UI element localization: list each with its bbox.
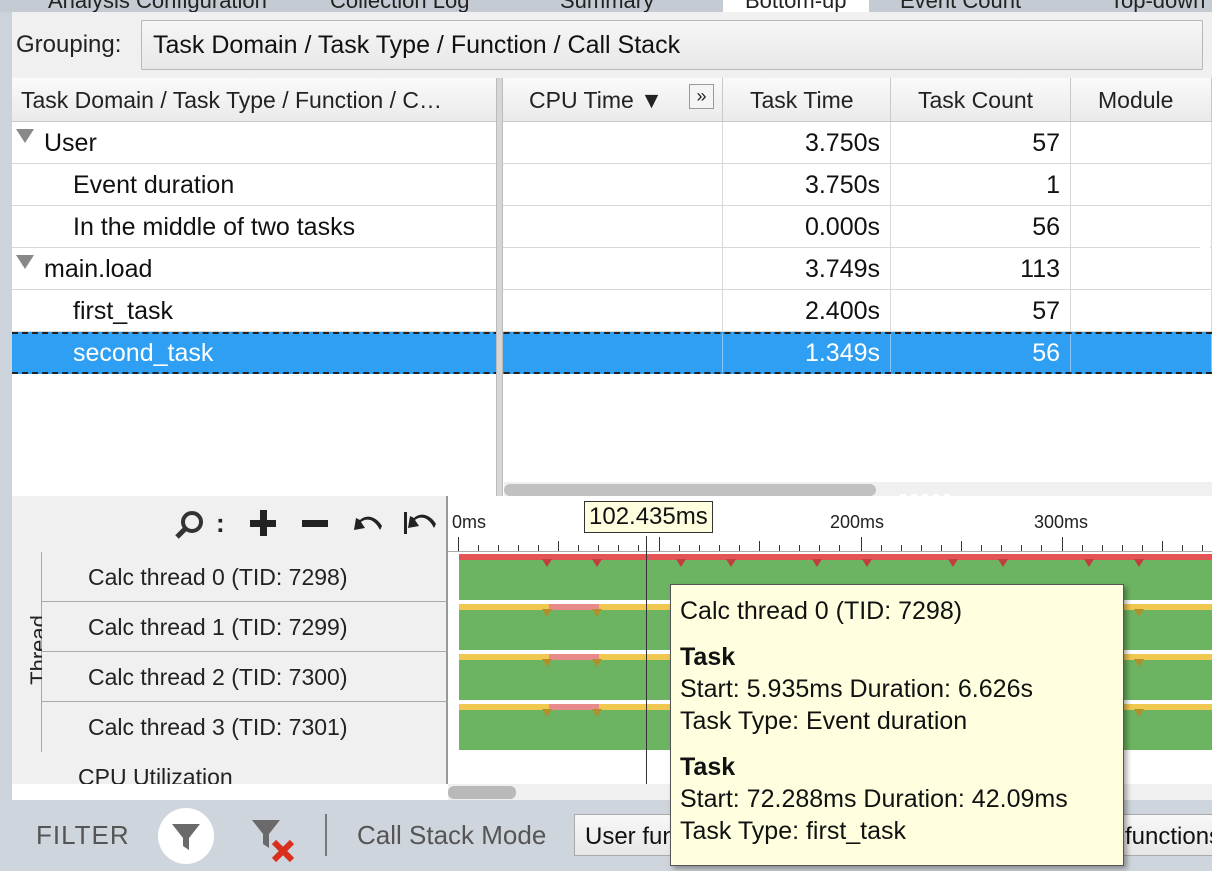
- tooltip-task1-line1: Start: 5.935ms Duration: 6.626s: [680, 675, 1033, 703]
- table-row[interactable]: In the middle of two tasks 0.000s 56: [12, 206, 1212, 248]
- expand-columns-button[interactable]: »: [689, 84, 714, 109]
- task-boundary-marker: [676, 559, 686, 567]
- reset-zoom-icon[interactable]: [402, 506, 438, 538]
- data-grid: Task Domain / Task Type / Function / C… …: [12, 78, 1212, 496]
- tab-strip: Analysis Configuration Collection Log Su…: [0, 0, 1212, 12]
- table-row[interactable]: first_task 2.400s 57: [12, 290, 1212, 332]
- call-stack-mode-label: Call Stack Mode: [357, 820, 547, 850]
- table-row[interactable]: User 3.750s 57: [12, 122, 1212, 164]
- filter-label: FILTER: [36, 820, 130, 850]
- task-boundary-marker: [726, 559, 736, 567]
- collapse-arrow-icon[interactable]: [16, 255, 34, 269]
- ruler-label-300ms: 300ms: [1034, 512, 1089, 532]
- side-grip[interactable]: [1200, 232, 1210, 280]
- grouping-label: Grouping:: [16, 31, 122, 58]
- task-boundary-marker: [592, 709, 602, 717]
- inline-mode-select[interactable]: functions only: [1110, 814, 1212, 856]
- tooltip-task1-line2: Task Type: Event duration: [680, 707, 968, 735]
- undo-zoom-icon[interactable]: [352, 508, 384, 538]
- task-boundary-marker: [592, 609, 602, 617]
- thread-lane-2[interactable]: Calc thread 2 (TID: 7300): [42, 652, 448, 702]
- tab-summary[interactable]: Summary: [560, 0, 654, 12]
- task-tooltip: Calc thread 0 (TID: 7298) Task Start: 5.…: [670, 584, 1124, 866]
- task-boundary-marker: [862, 559, 872, 567]
- task-boundary-marker: [542, 659, 552, 667]
- tab-top-down-tree[interactable]: Top-down Tree: [1110, 0, 1212, 12]
- thread-lane-1[interactable]: Calc thread 1 (TID: 7299): [42, 602, 448, 652]
- thread-lane-3[interactable]: Calc thread 3 (TID: 7301): [42, 702, 448, 754]
- grouping-bar: Grouping: Task Domain / Task Type / Func…: [12, 12, 1212, 78]
- colon-separator: :: [216, 508, 225, 538]
- column-splitter[interactable]: [496, 78, 503, 496]
- task-boundary-marker: [948, 559, 958, 567]
- task-boundary-marker: [542, 559, 552, 567]
- grouping-value: Task Domain / Task Type / Function / Cal…: [153, 31, 681, 59]
- tooltip-thread: Calc thread 0 (TID: 7298): [680, 597, 963, 625]
- cpu-utilization-lane[interactable]: CPU Utilization: [12, 752, 448, 784]
- column-header-task-count[interactable]: Task Count: [891, 78, 1071, 122]
- ruler-label-200ms: 200ms: [830, 512, 885, 532]
- task-boundary-marker: [1084, 559, 1094, 567]
- tooltip-task2-line2: Task Type: first_task: [680, 817, 907, 845]
- task-boundary-marker: [812, 559, 822, 567]
- task-boundary-marker: [542, 609, 552, 617]
- column-header-cpu-time[interactable]: CPU Time ▼ »: [503, 78, 723, 122]
- collapse-arrow-icon[interactable]: [16, 129, 34, 143]
- toolbar-separator: [325, 814, 327, 856]
- thread-lane-0[interactable]: Calc thread 0 (TID: 7298): [42, 552, 448, 602]
- task-boundary-marker: [1134, 709, 1144, 717]
- tab-event-count[interactable]: Event Count: [900, 0, 1021, 12]
- tab-bottom-up[interactable]: Bottom-up: [723, 0, 869, 12]
- task-boundary-marker: [592, 559, 602, 567]
- funnel-icon: [172, 824, 200, 850]
- timeline-toolbar: :: [12, 496, 448, 552]
- task-boundary-marker: [592, 659, 602, 667]
- scrollbar-thumb[interactable]: [448, 786, 516, 799]
- task-boundary-marker: [998, 559, 1008, 567]
- clear-filter-icon[interactable]: [248, 812, 298, 862]
- tooltip-task2-line1: Start: 72.288ms Duration: 42.09ms: [680, 785, 1068, 813]
- grid-horizontal-scrollbar[interactable]: [504, 482, 1212, 496]
- column-header-task-time[interactable]: Task Time: [723, 78, 891, 122]
- zoom-search-icon[interactable]: [174, 509, 206, 541]
- thread-group-label: Thread: [12, 552, 51, 752]
- scrollbar-thumb[interactable]: [504, 484, 876, 496]
- zoom-out-icon[interactable]: [300, 508, 330, 538]
- cursor-time-label: 102.435ms: [584, 501, 713, 533]
- task-boundary-marker: [1134, 559, 1144, 567]
- ruler-label-0ms: 0ms: [452, 512, 487, 532]
- grouping-select[interactable]: Task Domain / Task Type / Function / Cal…: [141, 20, 1203, 70]
- task-boundary-marker: [1134, 609, 1144, 617]
- filter-button[interactable]: [158, 808, 214, 864]
- splitter-grip[interactable]: [900, 487, 955, 505]
- table-row[interactable]: main.load 3.749s 113: [12, 248, 1212, 290]
- tab-collection-log[interactable]: Collection Log: [330, 0, 469, 12]
- task-boundary-marker: [1134, 659, 1144, 667]
- time-cursor-line: [646, 536, 647, 784]
- zoom-in-icon[interactable]: [248, 508, 278, 538]
- table-row[interactable]: Event duration 3.750s 1: [12, 164, 1212, 206]
- task-boundary-marker: [542, 709, 552, 717]
- tooltip-task2-title: Task: [680, 753, 736, 781]
- call-stack-mode-select[interactable]: User functions + 1: [574, 814, 674, 856]
- tab-analysis-configuration[interactable]: Analysis Configuration: [48, 0, 267, 12]
- time-ruler[interactable]: 0ms 200ms 300ms 102.435ms: [448, 496, 1212, 552]
- column-header-module[interactable]: Module: [1071, 78, 1212, 122]
- table-row-selected[interactable]: second_task 1.349s 56: [12, 332, 1212, 374]
- column-header-task-domain[interactable]: Task Domain / Task Type / Function / C…: [12, 78, 497, 122]
- tooltip-task1-title: Task: [680, 643, 736, 671]
